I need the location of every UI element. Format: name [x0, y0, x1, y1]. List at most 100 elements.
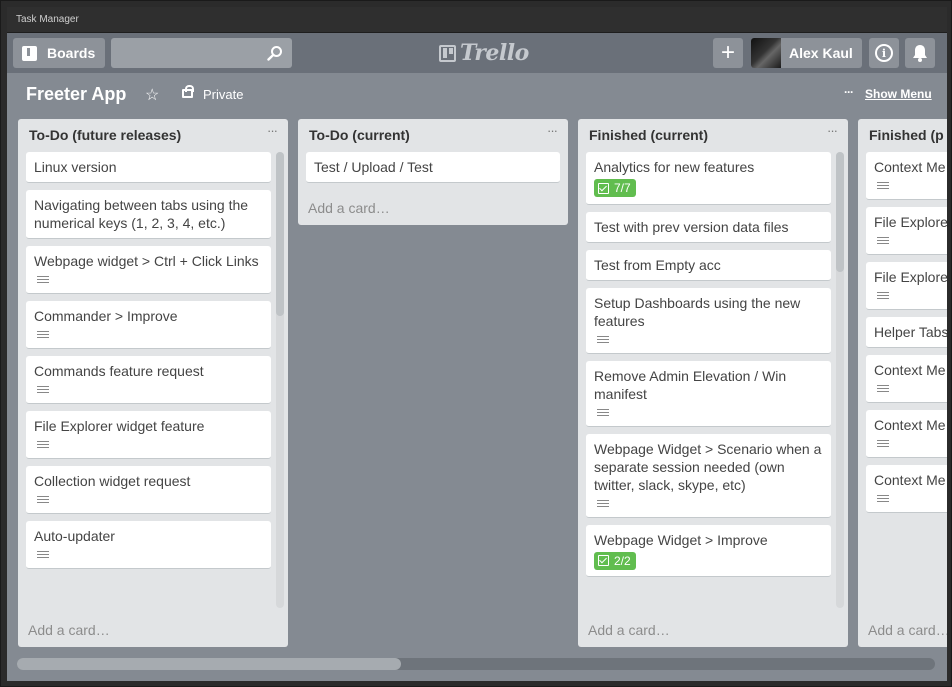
card[interactable]: File Explore [866, 262, 947, 310]
trello-logo-icon [439, 44, 456, 62]
card[interactable]: Analytics for new features 7/7 [586, 152, 831, 205]
description-icon [37, 551, 49, 560]
card-title: Test / Upload / Test [314, 159, 433, 175]
card[interactable]: Webpage widget > Ctrl + Click Links [26, 246, 271, 294]
plus-icon: + [720, 39, 735, 66]
checkbox-icon [598, 182, 609, 194]
board-header: Freeter App ☆ Private ··· Show Menu [7, 73, 947, 117]
card[interactable]: Webpage Widget > Scenario when a separat… [586, 433, 831, 518]
description-icon [877, 495, 889, 504]
board-scrollbar[interactable] [17, 658, 935, 670]
card-list: Test / Upload / Test [306, 152, 560, 190]
description-icon [37, 276, 49, 285]
list-scrollbar-thumb[interactable] [836, 152, 844, 272]
card[interactable]: Test from Empty acc [586, 249, 831, 281]
card[interactable]: Auto-updater [26, 521, 271, 569]
card-title: Webpage Widget > Improve [594, 531, 768, 548]
card[interactable]: Webpage Widget > Improve 2/2 [586, 524, 831, 577]
top-header: Boards Trello + Alex Kaul i [7, 33, 947, 73]
list-scrollbar[interactable] [276, 152, 284, 608]
card-title: Context Me [874, 417, 946, 433]
list-menu-icon[interactable]: ··· [267, 123, 278, 138]
show-menu-link[interactable]: Show Menu [865, 87, 932, 101]
card[interactable]: Collection widget request [26, 466, 271, 514]
description-icon [597, 408, 609, 418]
bell-icon [913, 45, 927, 62]
user-menu-button[interactable]: Alex Kaul [751, 38, 862, 68]
card-title: Linux version [34, 159, 117, 175]
card[interactable]: Navigating between tabs using the numeri… [26, 190, 271, 239]
card-list: Linux version Navigating between tabs us… [26, 152, 271, 613]
card[interactable]: File Explore [866, 207, 947, 255]
lock-icon [182, 85, 194, 98]
list-title[interactable]: To-Do (current) [309, 127, 410, 143]
boards-button[interactable]: Boards [13, 38, 105, 68]
info-icon: i [875, 44, 893, 62]
card-title: Auto-updater [34, 528, 115, 544]
card[interactable]: Helper Tabs Show/Hide [866, 317, 947, 348]
card-list: Analytics for new features 7/7 Test with… [586, 152, 831, 609]
visibility-button[interactable]: Private [203, 87, 243, 102]
card[interactable]: Context Me [866, 465, 947, 513]
card-title: Webpage widget > Ctrl + Click Links [34, 253, 259, 269]
checklist-count: 2/2 [614, 553, 631, 568]
add-card-button[interactable]: Add a card… [868, 622, 947, 638]
board-title[interactable]: Freeter App [26, 84, 126, 105]
card-title: Commander > Improve [34, 308, 178, 324]
card[interactable]: Remove Admin Elevation / Win manifest [586, 360, 831, 427]
card-title: File Explorer widget feature [34, 418, 205, 434]
card-title: Remove Admin Elevation / Win manifest [594, 367, 787, 402]
card-title: Context Me [874, 362, 946, 378]
list-scrollbar-thumb[interactable] [276, 152, 284, 316]
boards-icon [22, 45, 37, 61]
card[interactable]: Commands feature request [26, 356, 271, 404]
description-icon [37, 386, 49, 395]
card[interactable]: Test with prev version data files [586, 211, 831, 243]
user-name: Alex Kaul [789, 45, 853, 61]
card-title: File Explore [874, 214, 947, 230]
card[interactable]: Linux version [26, 152, 271, 183]
card[interactable]: Setup Dashboards using the new features [586, 287, 831, 354]
card-title: Setup Dashboards using the new features [594, 294, 801, 329]
description-icon [877, 182, 889, 191]
card-list: Context Me widget File Explore File Expl… [866, 152, 947, 609]
search-input[interactable] [111, 38, 292, 68]
list-title[interactable]: To-Do (future releases) [29, 127, 181, 143]
board-scrollbar-thumb[interactable] [17, 658, 401, 670]
card-title: Commands feature request [34, 363, 204, 379]
card[interactable]: Context Me widget [866, 152, 947, 200]
list-menu-icon[interactable]: ··· [547, 123, 558, 138]
card[interactable]: Context Me [866, 410, 947, 458]
card-title: Context Me [874, 472, 946, 488]
card[interactable]: Context Me [866, 355, 947, 403]
description-icon [877, 440, 889, 449]
card-title: Context Me widget [874, 159, 947, 175]
checklist-count: 7/7 [614, 181, 631, 195]
trello-logo[interactable]: Trello [439, 40, 529, 66]
description-icon [877, 237, 889, 246]
description-icon [37, 496, 49, 505]
add-card-button[interactable]: Add a card… [28, 622, 110, 638]
add-card-button[interactable]: Add a card… [308, 200, 390, 216]
add-button[interactable]: + [713, 38, 743, 68]
list-scrollbar[interactable] [836, 152, 844, 608]
description-icon [597, 335, 609, 345]
info-button[interactable]: i [869, 38, 899, 68]
list-title[interactable]: Finished (p [869, 127, 944, 143]
card-title: Webpage Widget > Scenario when a separat… [594, 440, 822, 493]
app-window: Task Manager Boards Trello + Alex Kaul i… [0, 0, 952, 687]
card[interactable]: Commander > Improve [26, 301, 271, 349]
notifications-button[interactable] [905, 38, 935, 68]
card[interactable]: Test / Upload / Test [306, 152, 560, 183]
checkbox-icon [598, 555, 609, 566]
list-menu-icon[interactable]: ··· [827, 123, 838, 138]
add-card-button[interactable]: Add a card… [588, 622, 670, 638]
list-finished-current: Finished (current) ··· Analytics for new… [578, 119, 848, 647]
list-title[interactable]: Finished (current) [589, 127, 708, 143]
card-title: Navigating between tabs using the numeri… [34, 197, 249, 231]
star-icon[interactable]: ☆ [145, 85, 159, 105]
description-icon [597, 499, 609, 509]
card-title: Test with prev version data files [594, 218, 789, 235]
card-title: File Explore [874, 269, 947, 285]
card[interactable]: File Explorer widget feature [26, 411, 271, 459]
